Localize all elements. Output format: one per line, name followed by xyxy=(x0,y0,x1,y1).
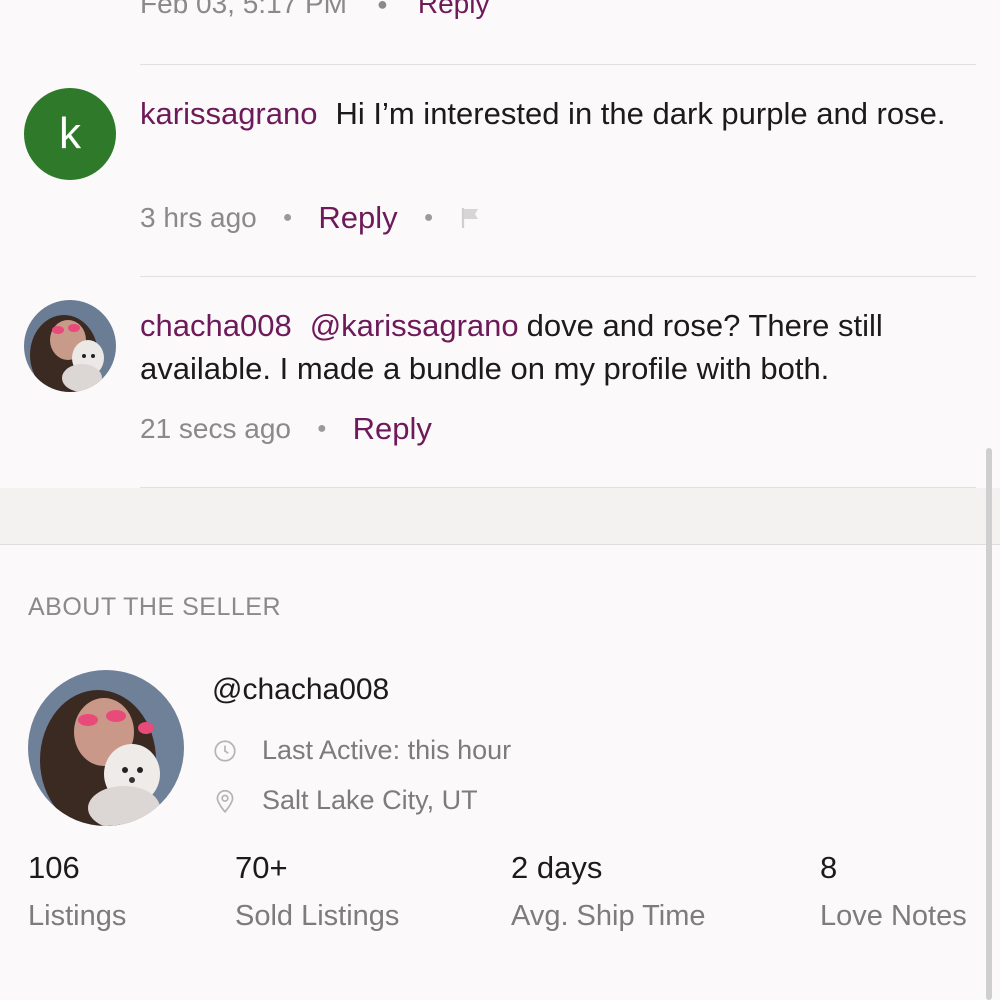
section-title: ABOUT THE SELLER xyxy=(28,593,281,621)
divider xyxy=(140,276,976,277)
stat-label: Listings xyxy=(28,900,127,932)
separator-dot: ● xyxy=(423,209,434,226)
seller-avatar[interactable] xyxy=(28,670,184,826)
scrollbar[interactable] xyxy=(986,448,992,1000)
comment-time: 3 hrs ago xyxy=(140,202,257,233)
reply-link[interactable]: Reply xyxy=(353,411,432,447)
separator-dot: ● xyxy=(282,209,293,226)
last-active-row: Last Active: this hour xyxy=(212,735,511,766)
separator-dot: ● xyxy=(377,0,388,14)
stat-love-notes[interactable]: 8 Love Notes xyxy=(820,850,967,933)
stat-value: 8 xyxy=(820,850,838,885)
comment-time: 21 secs ago xyxy=(140,413,291,444)
stat-listings[interactable]: 106 Listings xyxy=(28,850,126,933)
comment-meta: 3 hrs ago ● Reply ● xyxy=(140,200,483,236)
avatar-photo xyxy=(24,300,116,392)
comment-meta: 21 secs ago ● Reply xyxy=(140,411,432,447)
location-row: Salt Lake City, UT xyxy=(212,785,478,816)
stat-label: Love Notes xyxy=(820,900,967,932)
stat-avg-ship-time: 2 days Avg. Ship Time xyxy=(511,850,706,933)
stat-sold-listings[interactable]: 70+ Sold Listings xyxy=(235,850,399,933)
stat-label: Sold Listings xyxy=(235,900,400,932)
location-pin-icon xyxy=(216,789,234,813)
comment-username[interactable]: karissagrano xyxy=(140,96,317,131)
location-text: Salt Lake City, UT xyxy=(262,785,478,815)
divider xyxy=(140,64,976,65)
separator-dot: ● xyxy=(317,420,327,437)
last-active-text: Last Active: this hour xyxy=(262,735,512,765)
comment-time: Feb 03, 5:17 PM xyxy=(140,0,348,19)
comment-text: Hi I’m interested in the dark purple and… xyxy=(335,96,946,131)
comment-username[interactable]: chacha008 xyxy=(140,308,292,343)
avatar-letter: k xyxy=(59,109,81,158)
avatar[interactable] xyxy=(24,300,116,392)
section-separator xyxy=(0,488,1000,545)
seller-handle[interactable]: @chacha008 xyxy=(212,673,389,707)
comments-section: Feb 03, 5:17 PM ● Reply k karissagrano Hi… xyxy=(0,0,1000,488)
clock-icon xyxy=(214,739,236,762)
reply-link[interactable]: Reply xyxy=(418,0,490,20)
stat-value: 2 days xyxy=(511,850,603,885)
reply-link[interactable]: Reply xyxy=(318,200,397,236)
comment-body: chacha008 @karissagrano dove and rose? The… xyxy=(140,304,980,390)
stat-value: 106 xyxy=(28,850,80,885)
previous-comment-meta: Feb 03, 5:17 PM ● Reply xyxy=(140,0,489,20)
avatar[interactable]: k xyxy=(24,88,116,180)
flag-icon[interactable] xyxy=(459,206,483,230)
comment-mention[interactable]: @karissagrano xyxy=(310,308,519,343)
stat-value: 70+ xyxy=(235,850,288,885)
seller-avatar-photo xyxy=(28,670,184,826)
stat-label: Avg. Ship Time xyxy=(511,900,706,932)
about-seller-section: ABOUT THE SELLER @chacha008 Last Active:… xyxy=(0,545,1000,1000)
comment-body: karissagrano Hi I’m interested in the dar… xyxy=(140,92,980,135)
